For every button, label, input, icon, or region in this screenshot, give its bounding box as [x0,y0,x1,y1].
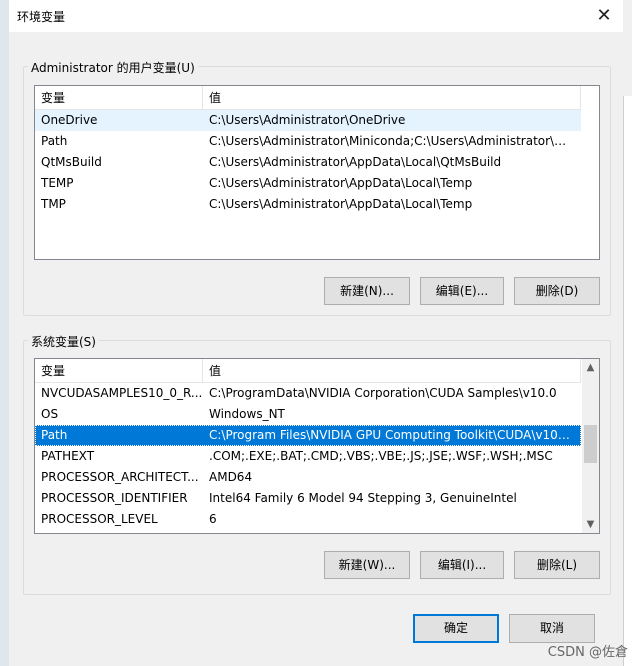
system-edit-button[interactable]: 编辑(I)... [420,551,504,579]
system-delete-button[interactable]: 删除(L) [514,551,600,579]
variable-value: C:\ProgramData\NVIDIA Corporation\CUDA S… [209,386,557,400]
ok-button[interactable]: 确定 [413,614,499,643]
user-variables-label: Administrator 的用户变量(U) [28,59,198,76]
list-header: 变量 值 [35,86,581,110]
table-row[interactable]: OneDrive C:\Users\Administrator\OneDrive [35,110,581,131]
variable-name: PATHEXT [41,449,95,463]
table-row[interactable]: Path C:\Users\Administrator\Miniconda;C:… [35,131,581,152]
variable-value: 6 [209,512,217,526]
variable-value: Windows_NT [209,407,285,421]
vertical-scrollbar[interactable]: ▲ ▼ [582,359,599,533]
table-row[interactable]: TMP C:\Users\Administrator\AppData\Local… [35,194,581,215]
close-icon[interactable]: ✕ [591,4,617,28]
variable-value: C:\Users\Administrator\Miniconda;C:\User… [209,134,573,148]
variable-value: C:\Program Files\NVIDIA GPU Computing To… [209,428,573,442]
user-delete-button[interactable]: 删除(D) [514,277,600,305]
variable-name: OneDrive [41,113,98,127]
table-row[interactable]: PROCESSOR_LEVEL 6 [35,509,581,530]
scroll-down-icon[interactable]: ▼ [582,516,599,533]
variable-value: Intel64 Family 6 Model 94 Stepping 3, Ge… [209,491,517,505]
variable-name: PROCESSOR_IDENTIFIER [41,491,188,505]
variable-name: PROCESSOR_LEVEL [41,512,158,526]
column-header-value[interactable]: 值 [203,86,581,110]
variable-value: C:\Users\Administrator\AppData\Local\QtM… [209,155,502,169]
variable-name: NVCUDASAMPLES10_0_R... [41,386,203,400]
table-row[interactable]: PROCESSOR_IDENTIFIER Intel64 Family 6 Mo… [35,488,581,509]
window-title: 环境变量 [17,10,66,24]
table-row[interactable]: PROCESSOR_ARCHITECT... AMD64 [35,467,581,488]
system-new-button[interactable]: 新建(W)... [324,551,410,579]
table-row[interactable]: TEMP C:\Users\Administrator\AppData\Loca… [35,173,581,194]
background-window-edge [0,0,9,666]
variable-value: C:\Users\Administrator\AppData\Local\Tem… [209,176,473,190]
system-variables-rows: NVCUDASAMPLES10_0_R... C:\ProgramData\NV… [35,383,581,530]
column-header-value[interactable]: 值 [203,359,581,383]
user-edit-button[interactable]: 编辑(E)... [420,277,504,305]
watermark: CSDN @佐倉 [547,645,628,660]
variable-value: AMD64 [209,470,253,484]
table-row[interactable]: PATHEXT .COM;.EXE;.BAT;.CMD;.VBS;.VBE;.J… [35,446,581,467]
scroll-thumb[interactable] [584,425,597,463]
title-bar: 环境变量 ✕ [9,0,623,32]
cancel-button[interactable]: 取消 [509,614,595,643]
table-row[interactable]: NVCUDASAMPLES10_0_R... C:\ProgramData\NV… [35,383,581,404]
variable-value: C:\Users\Administrator\AppData\Local\Tem… [209,197,473,211]
table-row-selected[interactable]: Path C:\Program Files\NVIDIA GPU Computi… [35,425,581,446]
environment-variables-dialog: 环境变量 ✕ Administrator 的用户变量(U) 变量 值 OneDr… [9,0,623,666]
variable-value: C:\Users\Administrator\OneDrive [209,113,406,127]
table-row[interactable]: OS Windows_NT [35,404,581,425]
variable-name: OS [41,407,59,421]
variable-name: TEMP [41,176,74,190]
scroll-up-icon[interactable]: ▲ [582,359,599,376]
table-row[interactable]: QtMsBuild C:\Users\Administrator\AppData… [35,152,581,173]
background-window-edge-right [623,96,632,666]
variable-name: Path [41,134,68,148]
column-header-variable[interactable]: 变量 [35,359,203,383]
variable-name: QtMsBuild [41,155,102,169]
column-header-variable[interactable]: 变量 [35,86,203,110]
system-variables-label: 系统变量(S) [28,333,99,350]
user-new-button[interactable]: 新建(N)... [324,277,410,305]
variable-name: TMP [41,197,66,211]
system-variables-group: 系统变量(S) 变量 值 NVCUDASAMPLES10_0_R... C:\P… [23,333,611,595]
system-variables-list[interactable]: 变量 值 NVCUDASAMPLES10_0_R... C:\ProgramDa… [34,358,600,534]
list-header: 变量 值 [35,359,581,383]
user-variables-list[interactable]: 变量 值 OneDrive C:\Users\Administrator\One… [34,85,600,260]
variable-value: .COM;.EXE;.BAT;.CMD;.VBS;.VBE;.JS;.JSE;.… [209,449,553,463]
variable-name: Path [41,428,68,442]
variable-name: PROCESSOR_ARCHITECT... [41,470,199,484]
user-variables-group: Administrator 的用户变量(U) 变量 值 OneDrive C:\… [23,59,611,316]
user-variables-rows: OneDrive C:\Users\Administrator\OneDrive… [35,110,581,215]
